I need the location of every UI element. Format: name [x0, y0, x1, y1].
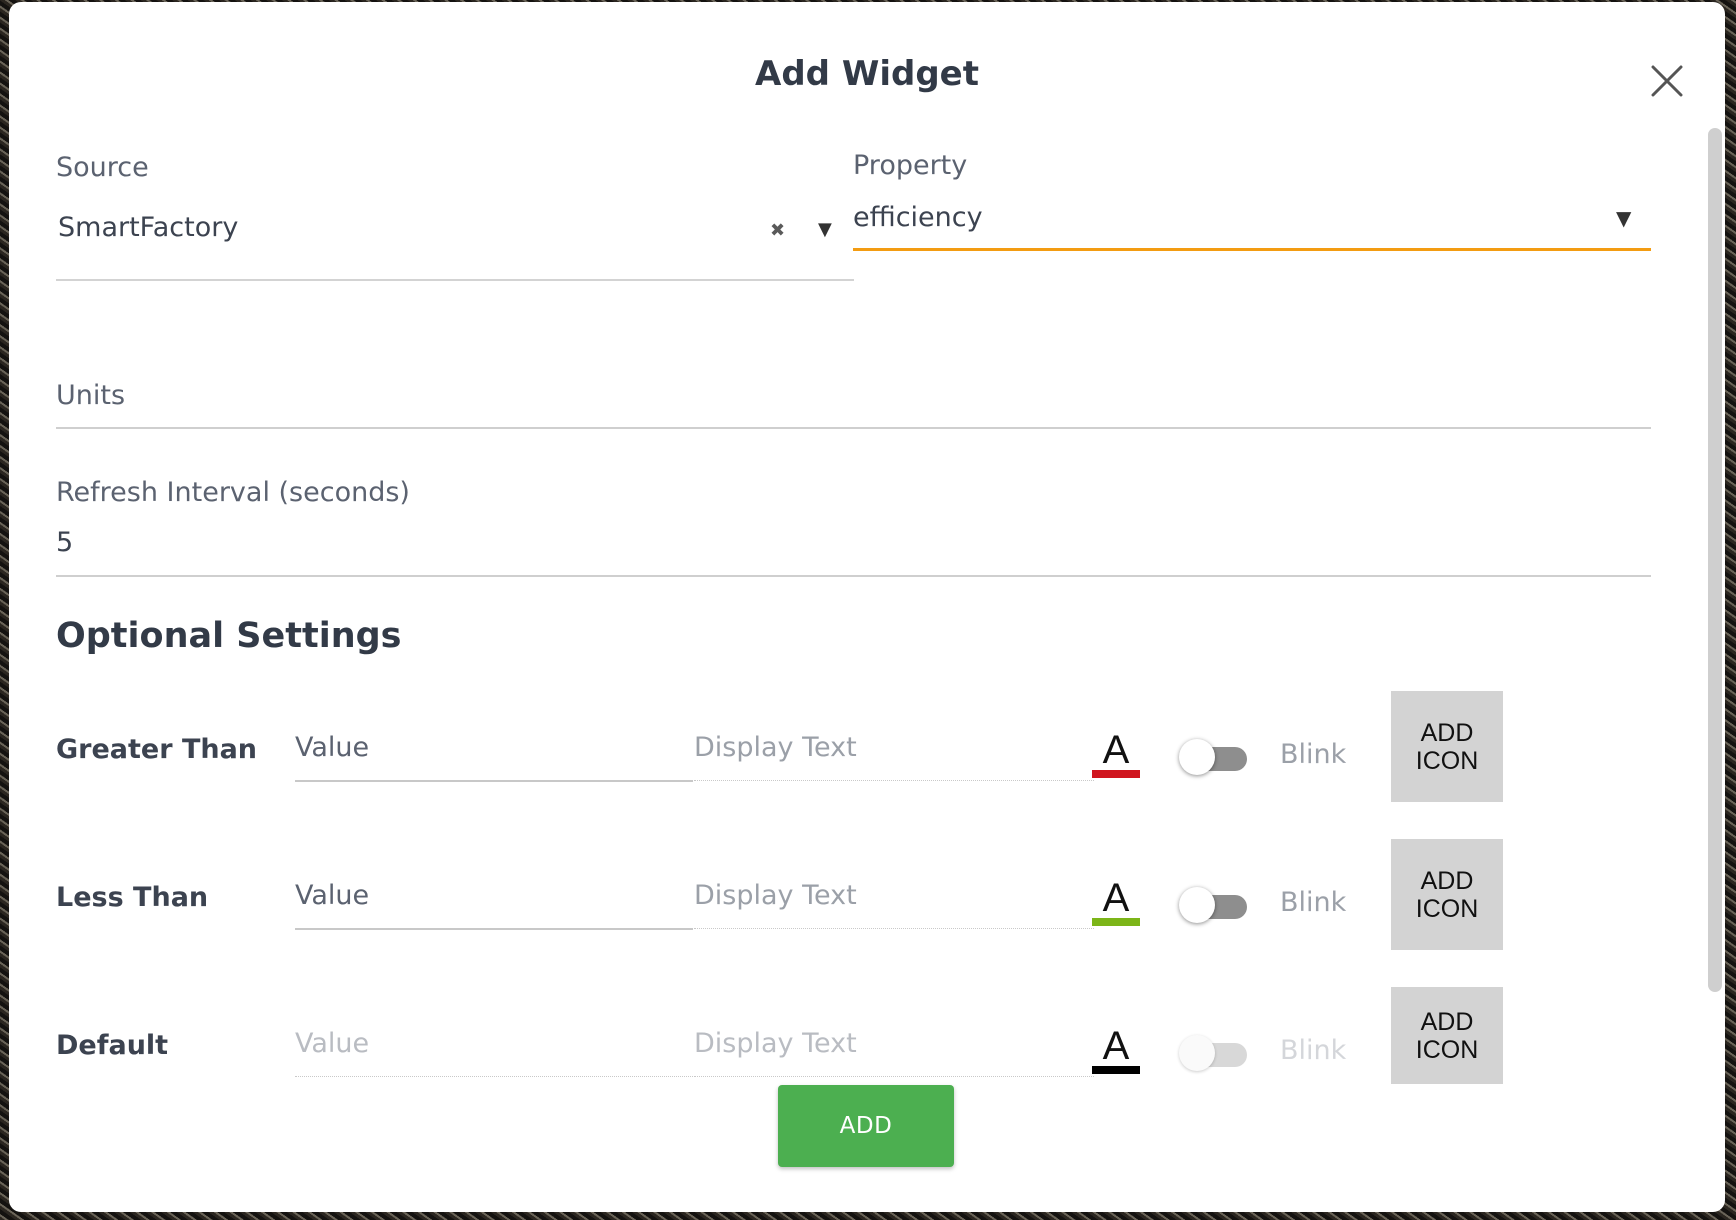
less-than-blink-toggle[interactable] — [1179, 884, 1247, 924]
greater-than-blink-toggle[interactable] — [1179, 736, 1247, 776]
source-underline — [56, 279, 854, 281]
row-label-greater-than: Greater Than — [56, 734, 258, 765]
less-than-value-underline — [295, 928, 693, 930]
source-label: Source — [56, 152, 149, 183]
add-widget-dialog: Add Widget Source SmartFactory ✖ ▼ Prope… — [9, 2, 1725, 1212]
close-icon[interactable] — [1650, 64, 1684, 98]
less-than-value-input[interactable]: Value — [295, 880, 691, 911]
text-color-icon[interactable]: A — [1092, 728, 1140, 778]
default-blink-label: Blink — [1280, 1035, 1347, 1066]
default-add-icon-button[interactable]: ADD ICON — [1391, 987, 1503, 1084]
row-label-default: Default — [56, 1030, 169, 1061]
greater-than-value-underline — [295, 780, 693, 782]
default-value-input[interactable]: Value — [295, 1028, 691, 1059]
row-label-less-than: Less Than — [56, 882, 209, 913]
property-label: Property — [853, 150, 968, 181]
property-select[interactable]: efficiency — [853, 202, 1613, 233]
color-swatch-red — [1092, 770, 1140, 778]
units-input[interactable] — [56, 380, 1646, 424]
color-swatch-black — [1092, 1066, 1140, 1074]
less-than-display-text-input[interactable]: Display Text — [694, 880, 1094, 911]
greater-than-blink-label: Blink — [1280, 739, 1347, 770]
default-display-text-input[interactable]: Display Text — [694, 1028, 1094, 1059]
greater-than-value-input[interactable]: Value — [295, 732, 691, 763]
less-than-add-icon-button[interactable]: ADD ICON — [1391, 839, 1503, 950]
refresh-interval-input[interactable]: 5 — [56, 527, 1646, 558]
refresh-interval-underline — [56, 575, 1651, 577]
color-swatch-green — [1092, 918, 1140, 926]
default-blink-toggle[interactable] — [1179, 1032, 1247, 1072]
units-underline — [56, 427, 1651, 429]
less-than-display-underline — [694, 928, 1094, 929]
greater-than-add-icon-button[interactable]: ADD ICON — [1391, 691, 1503, 802]
refresh-interval-label: Refresh Interval (seconds) — [56, 477, 410, 508]
default-display-underline — [694, 1076, 1094, 1077]
greater-than-display-underline — [694, 780, 1094, 781]
less-than-blink-label: Blink — [1280, 887, 1347, 918]
source-dropdown-icon[interactable]: ▼ — [818, 219, 832, 240]
scrollbar-thumb[interactable] — [1708, 128, 1722, 992]
optional-settings-title: Optional Settings — [56, 616, 402, 656]
greater-than-display-text-input[interactable]: Display Text — [694, 732, 1094, 763]
default-value-underline — [295, 1076, 693, 1077]
property-dropdown-icon[interactable]: ▼ — [1616, 206, 1631, 230]
text-color-icon[interactable]: A — [1092, 876, 1140, 926]
dialog-title: Add Widget — [755, 54, 979, 94]
source-select[interactable]: SmartFactory — [58, 212, 738, 243]
property-underline — [853, 248, 1651, 251]
clear-icon[interactable]: ✖ — [770, 220, 785, 241]
text-color-icon[interactable]: A — [1092, 1024, 1140, 1074]
add-button[interactable]: ADD — [778, 1085, 954, 1167]
